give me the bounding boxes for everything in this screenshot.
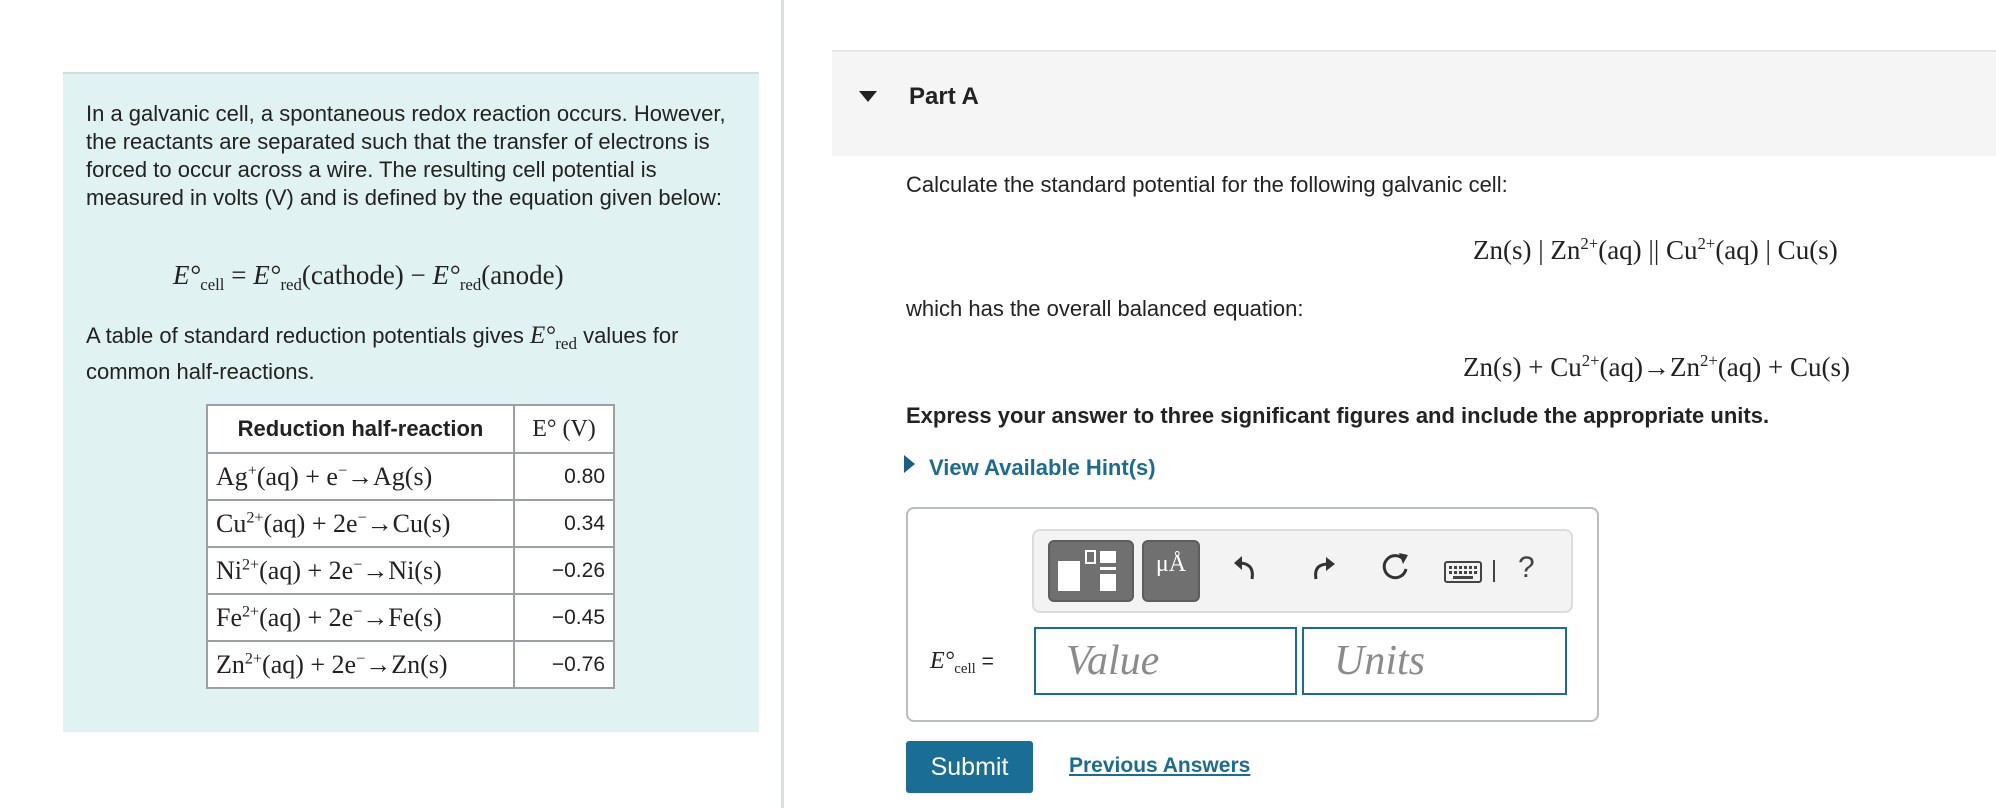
caret-down-icon[interactable] xyxy=(859,91,877,102)
templates-icon xyxy=(1058,550,1116,591)
view-hints-link[interactable]: View Available Hint(s) xyxy=(904,455,1156,481)
caret-right-icon xyxy=(904,455,915,473)
answer-label: E°cell = xyxy=(930,648,994,678)
header-value: E° (V) xyxy=(513,404,615,454)
table-row: Ag+(aq) + e−→Ag(s) 0.80 xyxy=(206,452,615,501)
redo-icon[interactable] xyxy=(1306,551,1340,590)
reset-icon[interactable] xyxy=(1376,549,1414,592)
cell-potential-equation: E°cell = E°red(cathode) − E°red(anode) xyxy=(173,260,564,294)
math-toolbar: μÅ ? xyxy=(1032,529,1573,613)
table-intro-paragraph: A table of standard reduction potentials… xyxy=(86,322,679,384)
answer-box: μÅ ? E°cell = xyxy=(906,507,1599,722)
potential-value: 0.34 xyxy=(513,499,615,548)
intro-paragraph: In a galvanic cell, a spontaneous redox … xyxy=(86,101,726,210)
units-button[interactable]: μÅ xyxy=(1142,540,1200,602)
header-reaction: Reduction half-reaction xyxy=(206,404,515,454)
table-row: Cu2+(aq) + 2e−→Cu(s) 0.34 xyxy=(206,499,615,548)
potential-value: −0.45 xyxy=(513,593,615,642)
submit-button[interactable]: Submit xyxy=(906,741,1033,793)
reaction-cell: Fe2+(aq) + 2e−→Fe(s) xyxy=(206,593,515,642)
toolbar-separator xyxy=(1493,560,1495,582)
table-row: Fe2+(aq) + 2e−→Fe(s) −0.45 xyxy=(206,593,615,642)
help-button[interactable]: ? xyxy=(1518,551,1535,585)
reaction-cell: Ag+(aq) + e−→Ag(s) xyxy=(206,452,515,501)
reaction-cell: Zn2+(aq) + 2e−→Zn(s) xyxy=(206,640,515,689)
table-row: Ni2+(aq) + 2e−→Ni(s) −0.26 xyxy=(206,546,615,595)
part-title: Part A xyxy=(909,83,979,110)
units-input[interactable] xyxy=(1302,627,1567,695)
reaction-cell: Cu2+(aq) + 2e−→Cu(s) xyxy=(206,499,515,548)
reaction-cell: Ni2+(aq) + 2e−→Ni(s) xyxy=(206,546,515,595)
keyboard-icon[interactable] xyxy=(1444,559,1484,590)
potential-value: 0.80 xyxy=(513,452,615,501)
overall-equation: Zn(s) + Cu2+(aq)→Zn2+(aq) + Cu(s) xyxy=(1463,351,1851,383)
intro-panel: In a galvanic cell, a spontaneous redox … xyxy=(63,72,759,732)
templates-button[interactable] xyxy=(1048,540,1134,602)
value-input[interactable] xyxy=(1034,627,1297,695)
panel-divider xyxy=(781,0,784,808)
previous-answers-link[interactable]: Previous Answers xyxy=(1069,754,1250,778)
question-text: Calculate the standard potential for the… xyxy=(906,172,1508,197)
reduction-potentials-table: Reduction half-reaction E° (V) Ag+(aq) +… xyxy=(206,404,615,689)
undo-icon[interactable] xyxy=(1230,551,1264,590)
instruction-text: Express your answer to three significant… xyxy=(906,403,1770,428)
part-a-header[interactable]: Part A xyxy=(832,50,1996,156)
cell-notation: Zn(s) | Zn2+(aq) || Cu2+(aq) | Cu(s) xyxy=(1473,234,1838,266)
table-row: Zn2+(aq) + 2e−→Zn(s) −0.76 xyxy=(206,640,615,689)
potential-value: −0.76 xyxy=(513,640,615,689)
potential-value: −0.26 xyxy=(513,546,615,595)
between-text: which has the overall balanced equation: xyxy=(906,296,1304,321)
